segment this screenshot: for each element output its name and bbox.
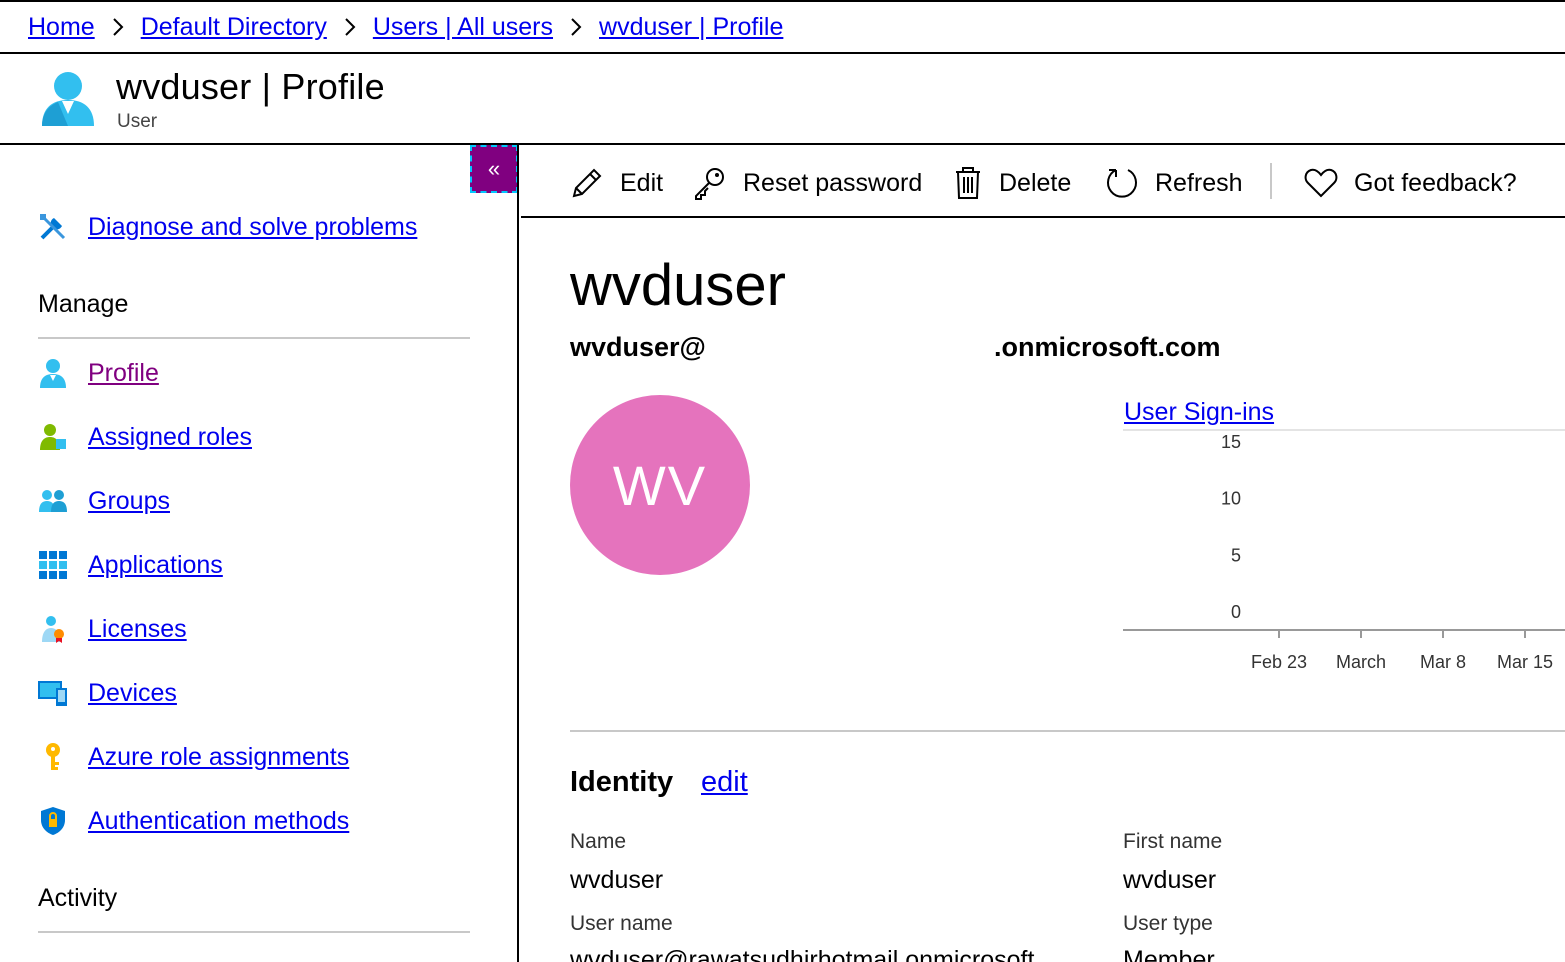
sidebar-item-diagnose[interactable]: Diagnose and solve problems	[38, 207, 417, 247]
devices-icon	[38, 678, 68, 708]
user-name-value: wvduser@rawatsudhirhotmail.onmicrosoft	[570, 946, 1035, 962]
section-title-activity: Activity	[38, 884, 118, 912]
chevron-right-icon	[111, 16, 125, 38]
sidebar-item-label[interactable]: Applications	[88, 551, 223, 580]
sidebar-item-groups[interactable]: Groups	[38, 481, 170, 521]
groups-icon	[38, 486, 68, 516]
edit-button[interactable]: Edit	[570, 163, 663, 203]
y-tick-label: 0	[1231, 602, 1241, 622]
chart-svg: 0 5 10 15 Feb 23 March Mar 8 Mar 15	[1123, 429, 1565, 672]
y-tick-label: 15	[1221, 432, 1241, 452]
y-tick-label: 10	[1221, 489, 1241, 509]
user-name-label: User name	[570, 912, 673, 935]
sidebar-item-licenses[interactable]: Licenses	[38, 609, 187, 649]
wrench-screwdriver-icon	[38, 212, 68, 242]
sidebar-item-label[interactable]: Azure role assignments	[88, 743, 349, 772]
sidebar-item-label[interactable]: Assigned roles	[88, 423, 252, 452]
profile-content: wvduser wvduser@ .onmicrosoft.com WV 0 5 1…	[521, 218, 1565, 962]
sidebar-item-authentication-methods[interactable]: Authentication methods	[38, 801, 349, 841]
user-principal-name-prefix: wvduser@	[570, 332, 706, 362]
key-icon	[695, 168, 724, 200]
refresh-icon	[1107, 169, 1137, 198]
sidebar-item-azure-role-assignments[interactable]: Azure role assignments	[38, 737, 349, 777]
page-subtitle: User	[117, 111, 158, 132]
user-type-label: User type	[1123, 912, 1213, 935]
sidebar-item-label[interactable]: Diagnose and solve problems	[88, 213, 417, 242]
name-label: Name	[570, 830, 627, 853]
breadcrumb-all-users[interactable]: Users | All users	[373, 13, 553, 42]
x-tick-label: March	[1336, 652, 1386, 672]
applications-grid-icon	[38, 550, 68, 580]
breadcrumb-profile[interactable]: wvduser | Profile	[599, 13, 783, 42]
y-tick-label: 5	[1231, 545, 1241, 565]
sidebar: « Diagnose and solve problems Manage Pro…	[0, 145, 519, 962]
x-tick-label: Mar 8	[1420, 652, 1466, 672]
first-name-label: First name	[1123, 830, 1223, 853]
feedback-button[interactable]: Got feedback?	[1304, 163, 1517, 203]
name-value: wvduser	[570, 866, 664, 894]
sidebar-item-label[interactable]: Profile	[88, 359, 159, 388]
sidebar-item-devices[interactable]: Devices	[38, 673, 177, 713]
reset-password-button[interactable]: Reset password	[693, 163, 922, 203]
sidebar-item-assigned-roles[interactable]: Assigned roles	[38, 417, 252, 457]
x-tick-label: Mar 15	[1497, 652, 1553, 672]
sidebar-item-label[interactable]: Licenses	[88, 615, 187, 644]
section-title-manage: Manage	[38, 290, 129, 318]
breadcrumb-default-directory[interactable]: Default Directory	[141, 13, 327, 42]
refresh-label: Refresh	[1155, 168, 1243, 197]
licenses-icon	[38, 614, 68, 644]
sign-ins-chart: 0 5 10 15 Feb 23 March Mar 8 Mar 15 User Sign-i…	[1123, 396, 1565, 686]
sidebar-item-profile[interactable]: Profile	[38, 353, 159, 393]
breadcrumb: Home Default Directory Users | All users…	[0, 0, 1565, 54]
x-tick-label: Feb 23	[1251, 652, 1307, 672]
divider	[1270, 163, 1272, 199]
first-name-value: wvduser	[1123, 866, 1217, 894]
divider	[38, 931, 470, 933]
chart-title-link[interactable]: User Sign-ins	[1124, 398, 1274, 427]
user-icon	[38, 358, 68, 388]
user-type-value: Member	[1123, 946, 1215, 962]
divider	[38, 337, 470, 339]
identity-edit-link[interactable]: edit	[701, 766, 748, 799]
chevron-right-icon	[343, 16, 357, 38]
user-icon	[40, 70, 96, 128]
avatar: WV	[570, 395, 750, 575]
sidebar-item-label[interactable]: Groups	[88, 487, 170, 516]
delete-button[interactable]: Delete	[953, 163, 1071, 203]
sidebar-item-applications[interactable]: Applications	[38, 545, 223, 585]
page-title: wvduser | Profile	[116, 66, 385, 107]
edit-label: Edit	[620, 168, 664, 197]
pencil-icon	[572, 168, 602, 198]
page-header: wvduser | Profile User	[0, 54, 1565, 145]
assigned-roles-icon	[38, 422, 68, 452]
collapse-sidebar-button[interactable]: «	[470, 145, 517, 193]
command-bar: Edit Reset password Delete Refresh Got f…	[521, 145, 1565, 218]
refresh-button[interactable]: Refresh	[1105, 163, 1243, 203]
shield-icon	[38, 806, 68, 836]
delete-label: Delete	[999, 168, 1072, 197]
trash-icon	[956, 167, 980, 199]
heart-icon	[1304, 168, 1338, 198]
sidebar-item-label[interactable]: Authentication methods	[88, 807, 349, 836]
key-icon	[38, 742, 68, 772]
sidebar-item-label[interactable]: Devices	[88, 679, 177, 708]
divider	[570, 730, 1565, 732]
identity-section-title: Identity	[570, 766, 674, 798]
breadcrumb-home[interactable]: Home	[28, 13, 95, 42]
reset-password-label: Reset password	[743, 168, 923, 197]
feedback-label: Got feedback?	[1354, 168, 1517, 197]
user-display-name: wvduser	[570, 253, 786, 318]
chevron-right-icon	[569, 16, 583, 38]
user-principal-name-suffix: .onmicrosoft.com	[994, 332, 1221, 362]
